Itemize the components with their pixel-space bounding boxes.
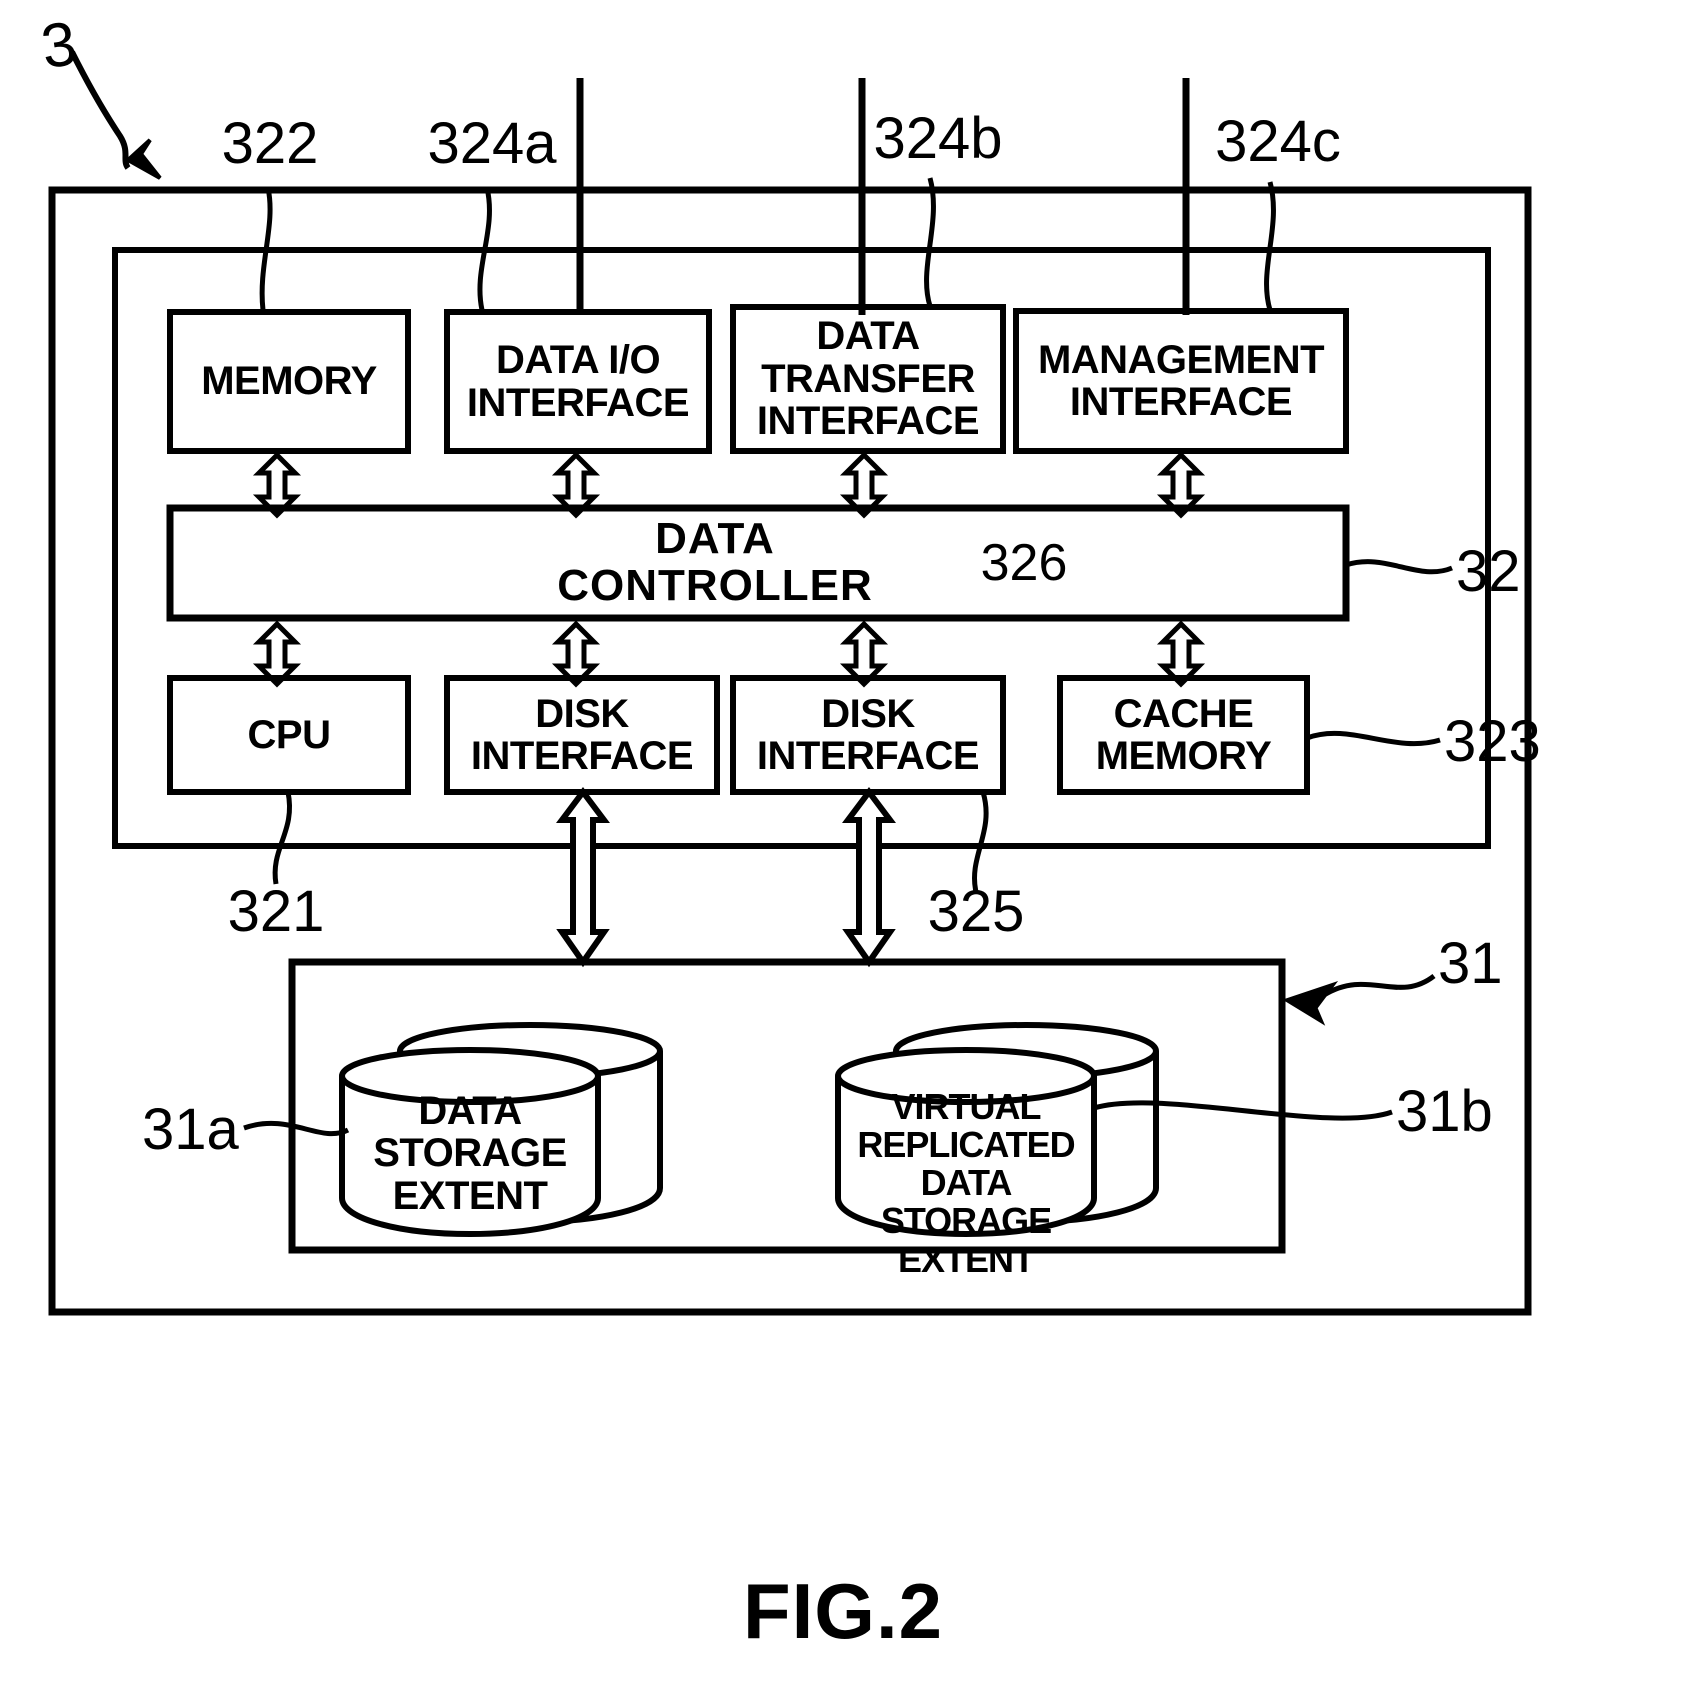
cache-memory-label: CACHE MEMORY (1095, 691, 1272, 778)
leader-325 (972, 791, 989, 893)
figure-line-art (48, 50, 1532, 1316)
ref-data-transfer-interface-324b: 324b (873, 106, 1003, 171)
ref-system-3: 3 (37, 8, 81, 83)
management-interface-label: MANAGEMENT INTERFACE (1037, 337, 1325, 424)
leader-arrowhead-31 (1282, 981, 1339, 1026)
ref-data-controller-326: 326 (980, 534, 1068, 592)
ref-storage-unit-31: 31 (1438, 931, 1503, 996)
ref-controller-unit-32: 32 (1456, 539, 1521, 604)
disk-interface-1-label: DISK INTERFACE (470, 691, 694, 778)
leader-arrowhead-3 (124, 138, 162, 180)
leader-324c (1264, 181, 1276, 311)
patent-figure: 3 322 324a 324b 324c MEMORY DATA I/O INT… (0, 0, 1686, 1690)
leader-32 (1345, 559, 1453, 575)
data-storage-extent-label: DATA STORAGE EXTENT (373, 1089, 567, 1218)
disk-interface-2-storage-arrow (842, 787, 896, 968)
virtual-replicated-data-storage-extent-label: VIRTUAL REPLICATED DATA STORAGE EXTENT (857, 1086, 1075, 1280)
ref-memory-322: 322 (221, 111, 319, 176)
leader-321 (272, 791, 292, 885)
ref-cache-memory-323: 323 (1444, 709, 1541, 774)
ref-data-io-interface-324a: 324a (427, 111, 557, 176)
data-controller-label: DATA CONTROLLER (557, 514, 873, 610)
leader-324b (924, 177, 936, 307)
leader-323 (1306, 730, 1441, 747)
memory-label: MEMORY (201, 359, 377, 404)
ref-management-interface-324c: 324c (1215, 109, 1341, 174)
ref-virtual-replicated-data-storage-extent-31b: 31b (1396, 1079, 1493, 1144)
disk-interface-1-storage-arrow (556, 787, 610, 968)
ref-disk-interface-325: 325 (927, 879, 1025, 944)
data-io-interface-label: DATA I/O INTERFACE (466, 338, 690, 425)
disk-interface-2-label: DISK INTERFACE (756, 691, 980, 778)
figure-caption: FIG.2 (742, 1567, 944, 1655)
ref-data-storage-extent-31a: 31a (142, 1097, 239, 1162)
cpu-label: CPU (247, 712, 331, 757)
ref-cpu-321: 321 (227, 879, 325, 944)
data-transfer-interface-label: DATA TRANSFER INTERFACE (756, 314, 980, 444)
leader-31 (1322, 973, 1436, 998)
